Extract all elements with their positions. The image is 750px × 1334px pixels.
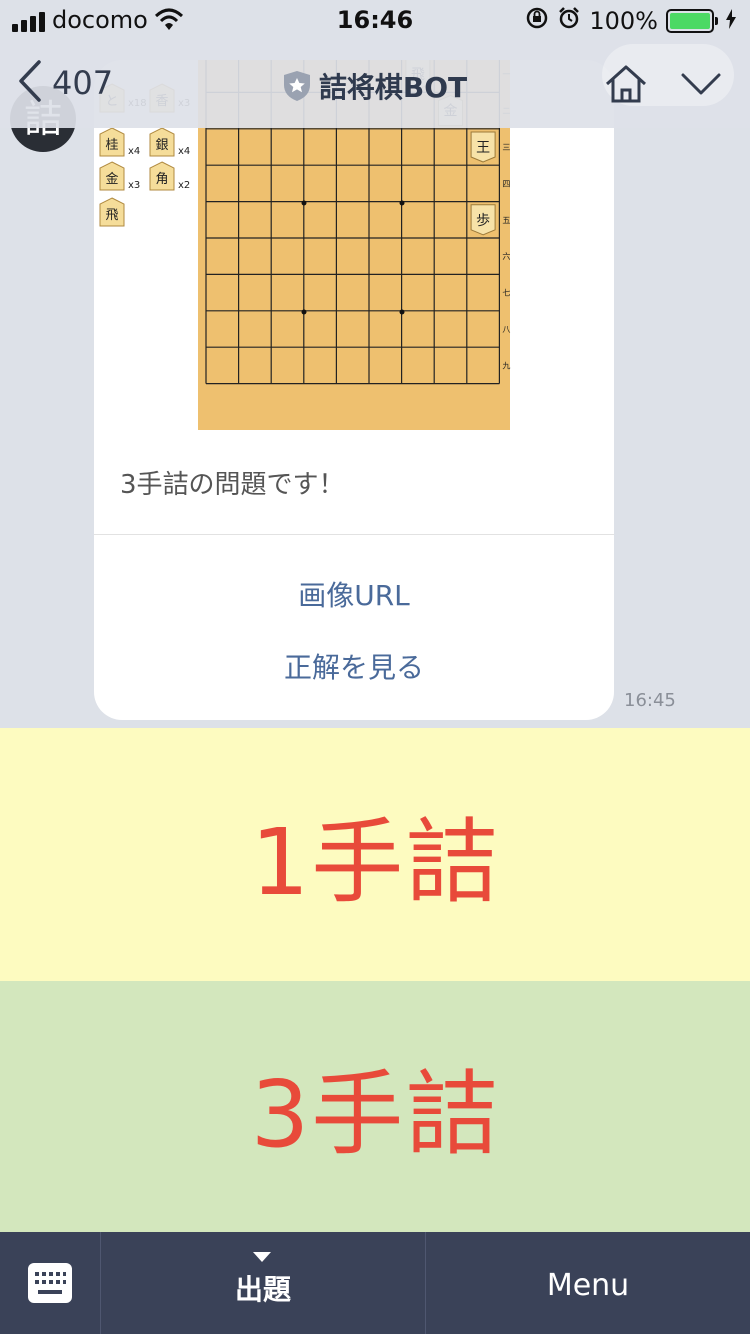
view-answer-button[interactable]: 正解を見る [94,646,614,686]
divider [94,534,614,535]
board-row-label: 四 [502,179,510,188]
message-timestamp: 16:45 [624,690,676,711]
captured-count-4: x4 [178,146,190,157]
captured-piece-4: 銀 [155,138,168,153]
rich-menu-toggle-label: 出題 [234,1273,291,1306]
board-row-label: 六 [502,251,510,261]
captured-piece-6: 角 [155,172,168,187]
rich-menu-option-2-label: 3手詰 [250,1061,500,1168]
message-text: 3手詰の問題です！ [120,470,345,500]
rich-menu-option-2[interactable]: 3手詰 [0,981,750,1232]
board-row-label: 七 [502,289,510,298]
captured-piece-7: 飛 [105,208,118,223]
message-bubble: と x18 香 x3 桂 x4 銀 x4 [94,60,614,720]
board-row-label: 九 [502,361,510,370]
battery-percent: 100% [589,7,658,35]
alarm-icon [557,6,581,36]
captured-piece-3: 桂 [105,138,118,153]
lock-rotation-icon [525,6,549,36]
board-piece: 歩 [470,204,496,236]
board-piece-label: 王 [476,140,490,156]
board-row-label: 八 [502,325,510,334]
rich-menu-option-1[interactable]: 1手詰 [0,728,750,981]
board-piece: 王 [470,131,496,163]
board-piece-label: 歩 [476,213,490,229]
menu-tab-label: Menu [546,1268,630,1303]
chat-title-text: 詰将棋BOT [318,71,468,104]
captured-piece-5: 金 [105,171,118,187]
home-icon[interactable] [604,64,648,108]
status-bar: docomo 16:46 100% [0,0,750,40]
captured-count-3: x4 [128,146,140,157]
menu-toggle-triangle-icon [253,1252,271,1262]
battery-icon [666,9,718,33]
rich-menu-option-1-label: 1手詰 [250,809,500,916]
charging-icon [726,7,736,35]
board-row-label: 五 [502,216,510,225]
rich-menu-toggle-tab[interactable]: 出題 [101,1232,426,1334]
menu-tab[interactable]: Menu [426,1232,750,1334]
image-url-button[interactable]: 画像URL [94,574,614,614]
chat-header: 407 詰将棋BOT [0,40,750,128]
bottom-bar: 出題 Menu [0,1232,750,1334]
captured-count-6: x2 [178,180,190,191]
captured-count-5: x3 [128,180,140,191]
chevron-down-icon[interactable] [680,72,722,100]
keyboard-button[interactable] [0,1232,101,1334]
shield-star-icon [283,70,311,109]
board-row-label: 三 [502,143,510,152]
keyboard-icon [28,1263,72,1303]
